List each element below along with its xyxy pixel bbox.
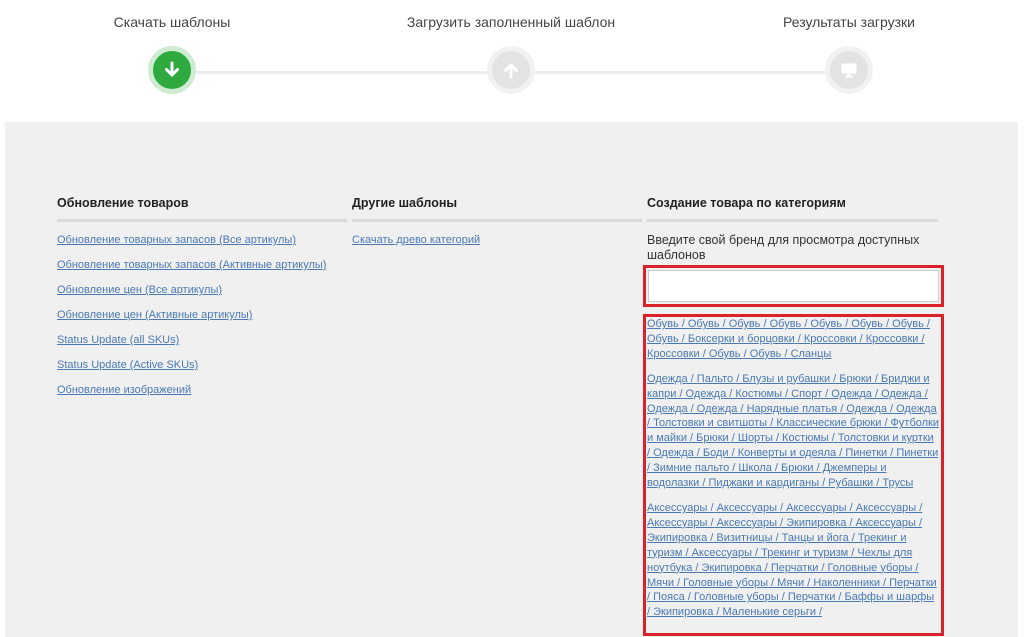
update-links-list: Обновление товарных запасов (Все артикул… (57, 233, 347, 397)
step-label-download: Скачать шаблоны (113, 14, 231, 30)
category-links-clothing[interactable]: Одежда / Пальто / Блузы и рубашки / Брюк… (647, 373, 939, 489)
link-category-tree[interactable]: Скачать древо категорий (352, 234, 480, 246)
brand-hint-text: Введите свой бренд для просмотра доступн… (647, 233, 920, 262)
column-divider (352, 219, 642, 222)
progress-stepper: Скачать шаблоны Загрузить заполненный ша… (0, 0, 1024, 122)
step-upload-button[interactable] (487, 46, 535, 94)
column-title: Другие шаблоны (352, 196, 458, 210)
link-price-all[interactable]: Обновление цен (Все артикулы) (57, 284, 222, 296)
step-results-button[interactable] (825, 46, 873, 94)
brand-input-highlight (643, 265, 944, 307)
brand-input[interactable] (648, 270, 939, 302)
link-status-active[interactable]: Status Update (Active SKUs) (57, 359, 198, 371)
column-divider (647, 219, 938, 222)
column-title: Создание товара по категориям (647, 196, 846, 210)
category-templates-list: Обувь / Обувь / Обувь / Обувь / Обувь / … (643, 314, 944, 636)
link-status-all[interactable]: Status Update (all SKUs) (57, 334, 179, 346)
download-arrow-icon (165, 61, 179, 77)
update-products-column: Обновление товаров Обновление товарных з… (57, 196, 347, 408)
link-stock-all[interactable]: Обновление товарных запасов (Все артикул… (57, 234, 296, 246)
step-label-upload: Загрузить заполненный шаблон (406, 14, 616, 30)
templates-panel: Обновление товаров Обновление товарных з… (5, 122, 1018, 637)
step-connector (533, 71, 827, 74)
link-price-active[interactable]: Обновление цен (Активные артикулы) (57, 309, 252, 321)
monitor-icon (841, 63, 857, 78)
create-by-category-column: Создание товара по категориям Введите св… (643, 196, 944, 637)
upload-arrow-icon (504, 63, 518, 79)
step-connector (195, 71, 489, 74)
link-stock-active[interactable]: Обновление товарных запасов (Активные ар… (57, 259, 326, 271)
column-title: Обновление товаров (57, 196, 189, 210)
column-divider (57, 219, 347, 222)
category-group-clothing: Одежда / Пальто / Блузы и рубашки / Брюк… (647, 372, 939, 491)
other-links-list: Скачать древо категорий (352, 233, 642, 247)
link-images-update[interactable]: Обновление изображений (57, 384, 191, 396)
step-label-results: Результаты загрузки (783, 14, 915, 30)
other-templates-column: Другие шаблоны Скачать древо категорий (352, 196, 642, 258)
category-links-accessories[interactable]: Аксессуары / Аксессуары / Аксессуары / А… (647, 502, 937, 618)
category-group-accessories: Аксессуары / Аксессуары / Аксессуары / А… (647, 501, 939, 620)
category-group-shoes: Обувь / Обувь / Обувь / Обувь / Обувь / … (647, 317, 939, 362)
step-download-button[interactable] (148, 46, 196, 94)
category-links-shoes[interactable]: Обувь / Обувь / Обувь / Обувь / Обувь / … (647, 318, 930, 360)
